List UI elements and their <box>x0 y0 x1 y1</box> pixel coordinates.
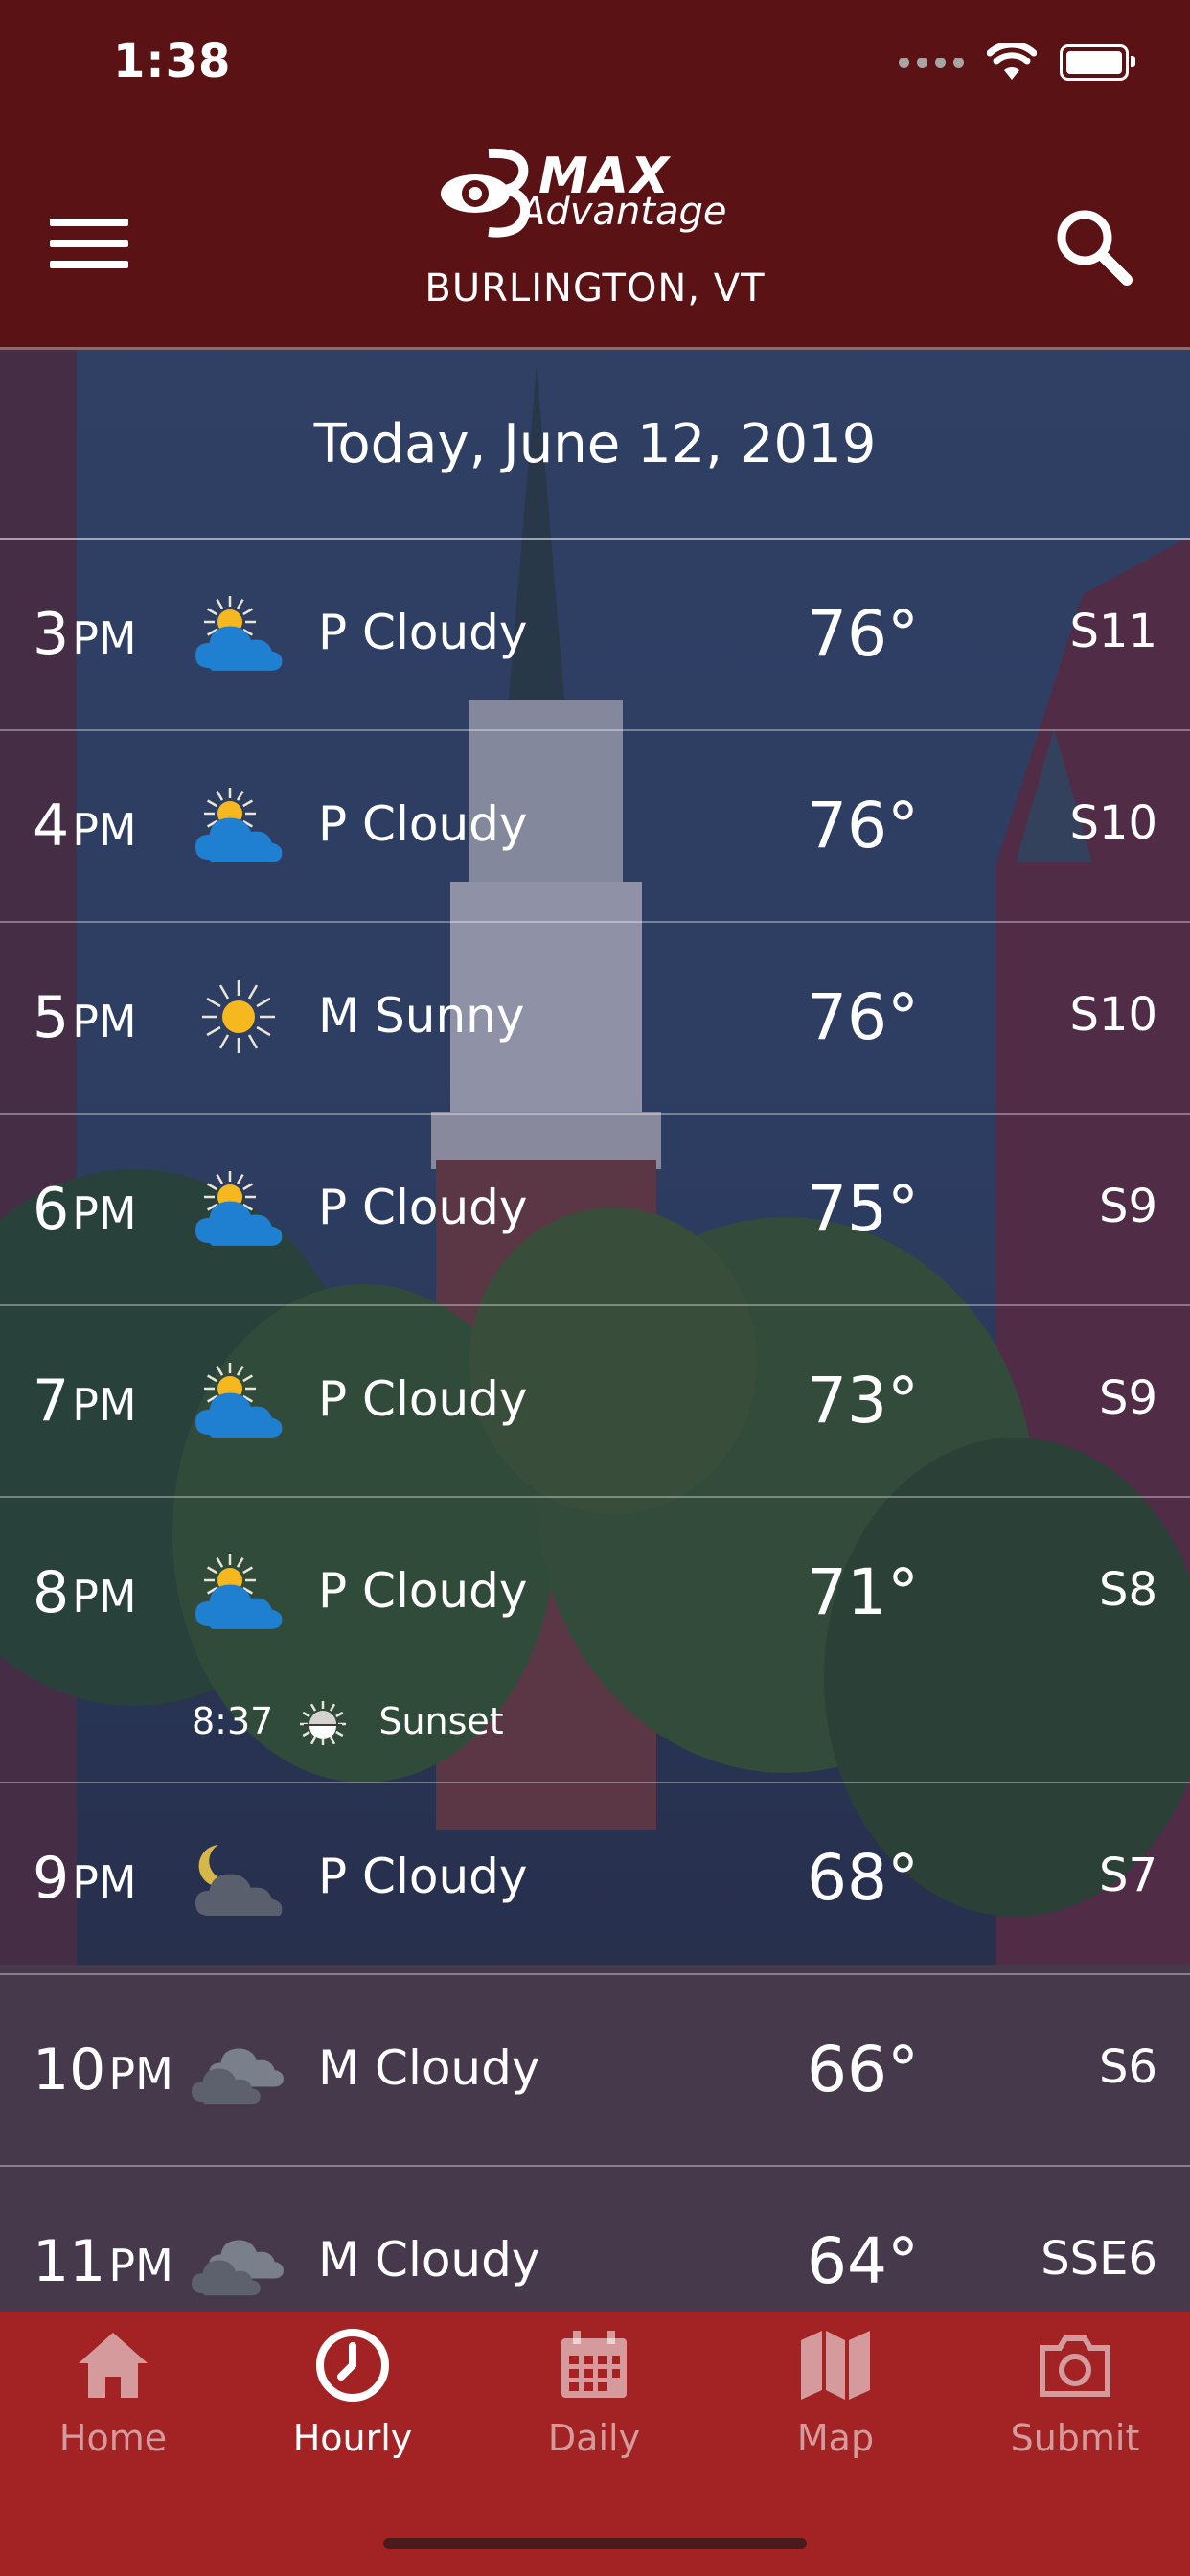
hourly-row[interactable]: 3PM P Cloudy 76° S11 <box>0 540 1190 731</box>
clock-icon <box>316 2329 389 2402</box>
app-header: 1:38 MAX Advantage BURLINGTON, VT <box>0 0 1190 350</box>
calendar-icon <box>561 2331 627 2398</box>
tab-submit[interactable]: Submit <box>979 2327 1171 2459</box>
mostly-cloudy-icon <box>192 2048 284 2104</box>
wind: S7 <box>1098 1849 1157 1902</box>
condition-text: P Cloudy <box>318 796 528 852</box>
condition-text: M Sunny <box>318 988 525 1044</box>
partly-cloudy-day-icon <box>195 1363 283 1438</box>
hour-label: 11PM <box>33 2228 173 2295</box>
partly-cloudy-day-icon <box>195 1171 283 1246</box>
station-logo: MAX Advantage <box>431 144 767 240</box>
wind: S9 <box>1098 1371 1157 1425</box>
hamburger-icon <box>50 218 128 226</box>
tab-hourly-label: Hourly <box>292 2417 413 2459</box>
tab-daily-label: Daily <box>547 2417 641 2459</box>
hour-label: 10PM <box>33 2036 173 2104</box>
condition-text: P Cloudy <box>318 1849 528 1904</box>
mostly-cloudy-icon <box>192 2240 284 2296</box>
hourly-row[interactable]: 5PM M Sunny 76° S10 <box>0 923 1190 1115</box>
forecast-date: Today, June 12, 2019 <box>313 412 877 475</box>
condition-text: M Cloudy <box>318 2232 540 2288</box>
location-label: BURLINGTON, VT <box>424 266 766 310</box>
partly-cloudy-day-icon <box>195 788 283 862</box>
condition-text: M Cloudy <box>318 2040 540 2096</box>
temperature: 66° <box>807 2033 919 2106</box>
hour-label: 8PM <box>33 1559 137 1626</box>
hourly-row[interactable]: 7PM P Cloudy 73° S9 <box>0 1306 1190 1498</box>
forecast-date-header: Today, June 12, 2019 <box>0 350 1190 540</box>
bottom-tab-bar: Home Hourly Daily Map Submit <box>0 2312 1190 2576</box>
partly-cloudy-night-icon <box>195 1845 283 1916</box>
cellular-signal-icon <box>899 57 964 68</box>
status-bar-time: 1:38 <box>113 34 232 88</box>
wind: S11 <box>1069 605 1157 658</box>
hour-label: 3PM <box>33 601 137 668</box>
wind: SSE6 <box>1041 2232 1157 2286</box>
temperature: 75° <box>807 1172 919 1246</box>
hour-label: 9PM <box>33 1845 137 1912</box>
tab-submit-label: Submit <box>1010 2417 1140 2459</box>
sunset-icon <box>300 1701 347 1745</box>
partly-cloudy-day-icon <box>195 596 283 671</box>
home-icon <box>79 2333 148 2398</box>
sunset-label: Sunset <box>378 1700 504 1742</box>
sunny-icon <box>202 980 275 1053</box>
hour-label: 5PM <box>33 984 137 1051</box>
menu-button[interactable] <box>50 218 128 270</box>
tab-map-label: Map <box>796 2417 875 2459</box>
wind: S8 <box>1098 1563 1157 1617</box>
wind: S9 <box>1098 1180 1157 1233</box>
tab-home[interactable]: Home <box>17 2327 209 2459</box>
hour-label: 4PM <box>33 793 137 860</box>
status-bar-icons <box>899 38 1135 86</box>
hourly-row[interactable]: 9PM P Cloudy 68° S7 <box>0 1783 1190 1975</box>
sunset-info: 8:37 Sunset <box>192 1697 504 1745</box>
wifi-icon <box>987 43 1037 80</box>
temperature: 68° <box>807 1841 919 1915</box>
camera-icon <box>1040 2335 1110 2397</box>
tab-daily[interactable]: Daily <box>498 2327 690 2459</box>
tab-home-label: Home <box>58 2417 168 2459</box>
temperature: 76° <box>807 980 919 1054</box>
tab-hourly[interactable]: Hourly <box>257 2327 448 2459</box>
map-icon <box>801 2331 870 2400</box>
condition-text: P Cloudy <box>318 1563 528 1619</box>
hourly-row[interactable]: 8PM P Cloudy 71° S8 8:37 Sunset <box>0 1498 1190 1783</box>
hourly-row[interactable]: 10PM M Cloudy 66° S6 <box>0 1975 1190 2167</box>
condition-text: P Cloudy <box>318 1180 528 1235</box>
wind: S10 <box>1069 796 1157 850</box>
partly-cloudy-day-icon <box>195 1554 283 1629</box>
temperature: 73° <box>807 1364 919 1438</box>
hour-label: 7PM <box>33 1368 137 1435</box>
temperature: 71° <box>807 1555 919 1629</box>
home-indicator <box>383 2538 807 2549</box>
hourly-row[interactable]: 6PM P Cloudy 75° S9 <box>0 1115 1190 1306</box>
temperature: 76° <box>807 597 919 671</box>
wind: S10 <box>1069 988 1157 1042</box>
condition-text: P Cloudy <box>318 605 528 660</box>
wind: S6 <box>1098 2040 1157 2094</box>
hourly-row[interactable]: 4PM P Cloudy 76° S10 <box>0 731 1190 923</box>
tab-map[interactable]: Map <box>740 2327 931 2459</box>
temperature: 64° <box>807 2224 919 2298</box>
condition-text: P Cloudy <box>318 1371 528 1427</box>
sunset-time: 8:37 <box>192 1700 274 1742</box>
battery-icon <box>1060 44 1135 80</box>
logo-advantage-text: Advantage <box>519 190 727 234</box>
temperature: 76° <box>807 789 919 862</box>
hour-label: 6PM <box>33 1176 137 1243</box>
hourly-forecast-list[interactable]: Today, June 12, 2019 3PM P Cloudy 76° S1… <box>0 350 1190 2358</box>
search-icon[interactable] <box>1050 203 1136 289</box>
